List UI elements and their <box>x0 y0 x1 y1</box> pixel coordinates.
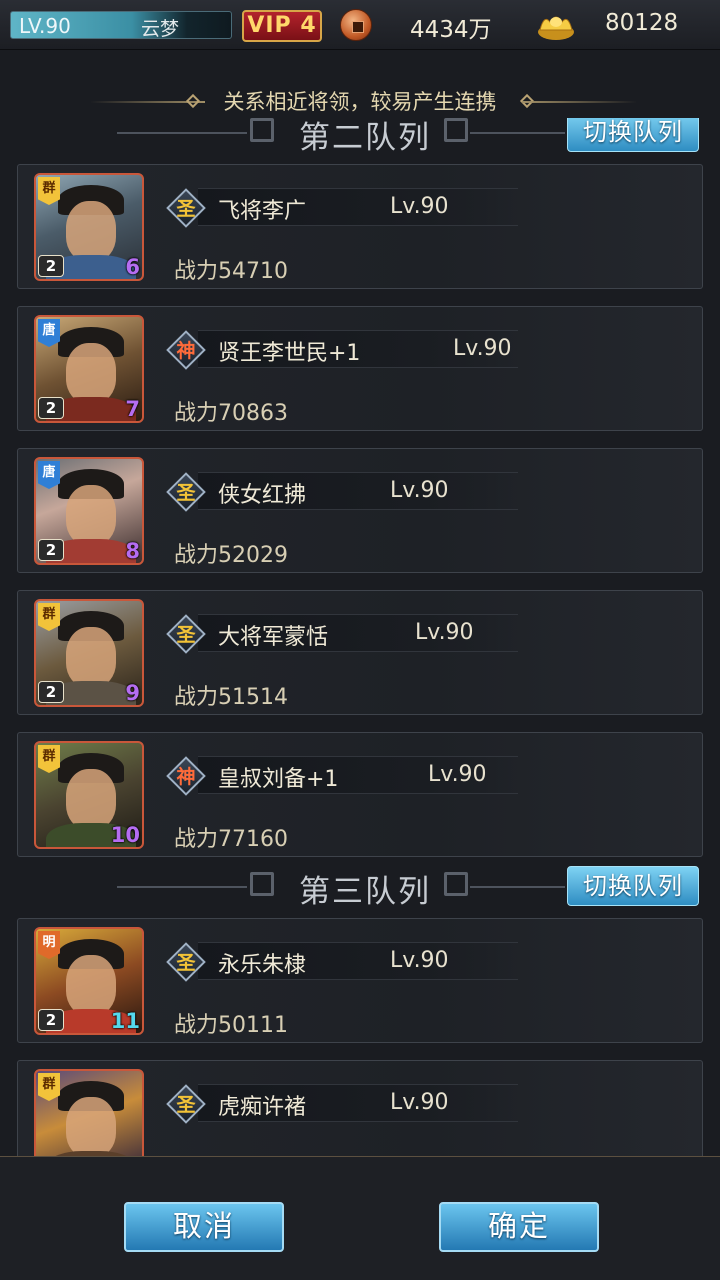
faction-badge: 群 <box>38 1073 60 1101</box>
copper-coin-icon <box>340 9 372 41</box>
faction-badge: 群 <box>38 177 60 205</box>
section-ornament-right <box>444 872 468 896</box>
player-level: LV.90 <box>19 14 71 38</box>
slot-number: 9 <box>125 681 140 705</box>
general-card[interactable]: 群 2 9 圣 大将军蒙恬 Lv.90 战力51514 <box>17 590 703 715</box>
rank-badge: 2 <box>38 539 64 561</box>
slot-number: 7 <box>125 397 140 421</box>
slot-number: 10 <box>110 823 140 847</box>
gold-amount: 80128 <box>605 10 679 36</box>
player-level-bar[interactable]: LV.90 云梦 <box>10 11 232 40</box>
rank-badge: 2 <box>38 397 64 419</box>
general-name: 永乐朱棣 <box>218 953 307 978</box>
cancel-button[interactable]: 取消 <box>124 1202 284 1252</box>
general-name: 大将军蒙恬 <box>218 625 329 650</box>
slot-number: 11 <box>110 1009 140 1033</box>
general-level: Lv.90 <box>390 478 449 503</box>
slot-number: 8 <box>125 539 140 563</box>
general-level: Lv.90 <box>415 620 474 645</box>
general-power: 战力70863 <box>174 401 288 426</box>
faction-badge: 唐 <box>38 319 60 347</box>
grade-icon: 圣 <box>165 187 207 229</box>
section-divider-right <box>470 886 565 888</box>
general-portrait: 明 2 11 <box>34 927 144 1035</box>
top-status-bar: LV.90 云梦 VIP 4 4434万 80128 <box>0 0 720 50</box>
section-divider-right <box>470 132 565 134</box>
general-card[interactable]: 群 2 6 圣 飞将李广 Lv.90 战力54710 <box>17 164 703 289</box>
general-power: 战力50111 <box>174 1013 288 1038</box>
general-list[interactable]: 第二队列 切换队列 群 2 6 圣 飞将李广 Lv.90 战力54710 唐 2… <box>0 118 720 1156</box>
general-card[interactable]: 群 10 神 皇叔刘备+1 Lv.90 战力77160 <box>17 732 703 857</box>
general-name: 侠女红拂 <box>218 483 307 508</box>
grade-icon: 神 <box>165 755 207 797</box>
switch-team-button[interactable]: 切换队列 <box>567 118 699 152</box>
general-power: 战力54710 <box>174 259 288 284</box>
faction-badge: 群 <box>38 603 60 631</box>
general-name: 贤王李世民+1 <box>218 341 361 366</box>
general-level: Lv.90 <box>453 336 512 361</box>
general-card[interactable]: 唐 2 8 圣 侠女红拂 Lv.90 战力52029 <box>17 448 703 573</box>
switch-team-button[interactable]: 切换队列 <box>567 866 699 906</box>
gold-ingot-icon <box>538 16 574 40</box>
grade-icon: 圣 <box>165 471 207 513</box>
general-card[interactable]: 明 2 11 圣 永乐朱棣 Lv.90 战力50111 <box>17 918 703 1043</box>
grade-icon: 圣 <box>165 613 207 655</box>
general-power: 战力77160 <box>174 827 288 852</box>
faction-badge: 群 <box>38 745 60 773</box>
section-ornament-right <box>444 118 468 142</box>
general-name: 飞将李广 <box>218 199 307 224</box>
vip-badge[interactable]: VIP 4 <box>242 10 322 42</box>
general-portrait: 群 10 <box>34 741 144 849</box>
faction-badge: 明 <box>38 931 60 959</box>
grade-icon: 圣 <box>165 1083 207 1125</box>
hint-divider-right <box>522 101 637 103</box>
general-portrait: 唐 2 8 <box>34 457 144 565</box>
player-name: 云梦 <box>141 18 180 40</box>
general-portrait: 群 2 6 <box>34 173 144 281</box>
faction-badge: 唐 <box>38 461 60 489</box>
general-level: Lv.90 <box>428 762 487 787</box>
general-name: 皇叔刘备+1 <box>218 767 339 792</box>
general-level: Lv.90 <box>390 948 449 973</box>
general-name: 虎痴许褚 <box>218 1095 307 1120</box>
confirm-button[interactable]: 确定 <box>439 1202 599 1252</box>
general-portrait: 群 2 9 <box>34 599 144 707</box>
rank-badge: 2 <box>38 681 64 703</box>
general-card[interactable]: 群 圣 虎痴许褚 Lv.90 <box>17 1060 703 1156</box>
general-card[interactable]: 唐 2 7 神 贤王李世民+1 Lv.90 战力70863 <box>17 306 703 431</box>
general-power: 战力51514 <box>174 685 288 710</box>
copper-amount: 4434万 <box>410 17 492 43</box>
rank-badge: 2 <box>38 1009 64 1031</box>
general-level: Lv.90 <box>390 1090 449 1115</box>
slot-number: 6 <box>125 255 140 279</box>
rank-badge: 2 <box>38 255 64 277</box>
general-level: Lv.90 <box>390 194 449 219</box>
general-power: 战力52029 <box>174 543 288 568</box>
general-portrait: 唐 2 7 <box>34 315 144 423</box>
grade-icon: 神 <box>165 329 207 371</box>
grade-icon: 圣 <box>165 941 207 983</box>
general-portrait: 群 <box>34 1069 144 1156</box>
bottom-action-bar: 取消 确定 <box>0 1156 720 1280</box>
